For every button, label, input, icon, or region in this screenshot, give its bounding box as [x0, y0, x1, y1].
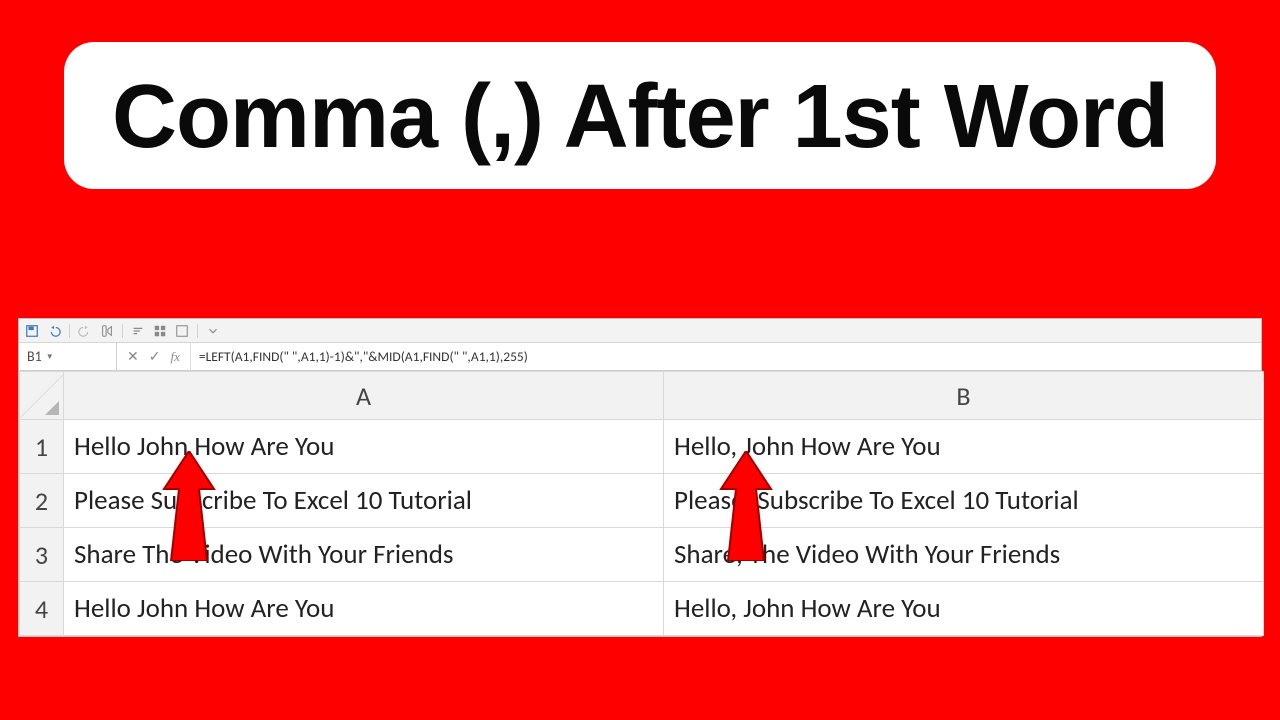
spreadsheet-window: B1 ▼ ✕ ✓ fx =LEFT(A1,FIND(" ",A1,1)-1)&"…	[18, 318, 1262, 637]
table-row: 1 Hello John How Are You Hello, John How…	[20, 420, 1264, 474]
cell[interactable]: Please Subscribe To Excel 10 Tutorial	[64, 474, 664, 528]
cell[interactable]: Hello, John How Are You	[664, 582, 1264, 636]
separator	[197, 324, 198, 338]
title-text: Comma (,) After 1st Word	[112, 67, 1168, 167]
row-header[interactable]: 1	[20, 420, 64, 474]
title-banner: Comma (,) After 1st Word	[64, 42, 1216, 189]
save-icon[interactable]	[25, 324, 39, 338]
formula-input[interactable]: =LEFT(A1,FIND(" ",A1,1)-1)&","&MID(A1,FI…	[191, 343, 1261, 370]
grid-icon[interactable]	[153, 324, 167, 338]
separator	[122, 324, 123, 338]
row-header[interactable]: 2	[20, 474, 64, 528]
enter-icon[interactable]: ✓	[149, 348, 161, 365]
row-header[interactable]: 4	[20, 582, 64, 636]
cancel-icon[interactable]: ✕	[127, 348, 139, 365]
box-icon[interactable]	[175, 324, 189, 338]
select-all-corner[interactable]	[20, 372, 64, 420]
row-header[interactable]: 3	[20, 528, 64, 582]
cell[interactable]: Hello John How Are You	[64, 582, 664, 636]
table-row: 4 Hello John How Are You Hello, John How…	[20, 582, 1264, 636]
chevron-down-icon[interactable]: ▼	[46, 352, 54, 362]
fx-icon[interactable]: fx	[170, 349, 179, 365]
formula-text: =LEFT(A1,FIND(" ",A1,1)-1)&","&MID(A1,FI…	[199, 348, 528, 365]
separator	[69, 324, 70, 338]
formula-bar: B1 ▼ ✕ ✓ fx =LEFT(A1,FIND(" ",A1,1)-1)&"…	[19, 343, 1261, 371]
undo-icon[interactable]	[47, 324, 61, 338]
cell[interactable]: Hello John How Are You	[64, 420, 664, 474]
name-box-value: B1	[27, 348, 42, 365]
cell[interactable]: Share, The Video With Your Friends	[664, 528, 1264, 582]
quick-access-toolbar	[19, 319, 1261, 343]
redo-icon[interactable]	[78, 324, 92, 338]
table-row: 2 Please Subscribe To Excel 10 Tutorial …	[20, 474, 1264, 528]
cell[interactable]: Hello, John How Are You	[664, 420, 1264, 474]
name-box[interactable]: B1 ▼	[19, 343, 117, 370]
spreadsheet-grid[interactable]: A B 1 Hello John How Are You Hello, John…	[19, 371, 1264, 636]
sort-icon[interactable]	[131, 324, 145, 338]
column-header-b[interactable]: B	[664, 372, 1264, 420]
cell[interactable]: Please, Subscribe To Excel 10 Tutorial	[664, 474, 1264, 528]
chevron-down-icon[interactable]	[206, 324, 220, 338]
table-row: 3 Share The Video With Your Friends Shar…	[20, 528, 1264, 582]
column-header-a[interactable]: A	[64, 372, 664, 420]
formula-bar-buttons: ✕ ✓ fx	[117, 343, 191, 370]
touch-icon[interactable]	[100, 324, 114, 338]
cell[interactable]: Share The Video With Your Friends	[64, 528, 664, 582]
